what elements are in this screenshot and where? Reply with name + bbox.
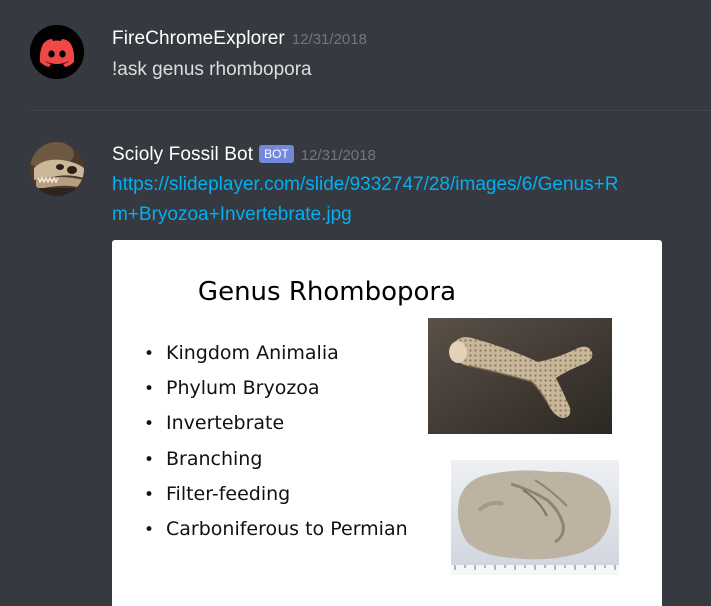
message-text: !ask genus rhombopora [112, 59, 312, 80]
message-divider [30, 110, 711, 111]
slide-bullet: • Invertebrate [144, 412, 285, 435]
slide-title: Genus Rhombopora [197, 277, 457, 307]
slide-bullet: • Branching [144, 447, 263, 470]
slide-bullet: • Phylum Bryozoa [144, 377, 320, 400]
fossil-photo-slab [451, 460, 619, 575]
username[interactable]: Scioly Fossil Bot [112, 144, 253, 165]
message-header: Scioly Fossil Bot BOT 12/31/2018 [112, 144, 376, 166]
discord-logo-icon [30, 25, 84, 79]
fossil-photo-branch [428, 318, 612, 434]
trex-skull-icon [30, 142, 84, 196]
chat-messages: FireChromeExplorer 12/31/2018 !ask genus … [0, 0, 711, 606]
timestamp: 12/31/2018 [291, 31, 367, 48]
slide-bullet: • Filter-feeding [144, 482, 291, 505]
bot-avatar[interactable] [30, 142, 84, 196]
slide-bullet: • Carboniferous to Permian [144, 517, 408, 540]
message-link-line-2[interactable]: m+Bryozoa+Invertebrate.jpg [112, 200, 352, 230]
timestamp: 12/31/2018 [300, 147, 376, 164]
message-link-line-1[interactable]: https://slideplayer.com/slide/9332747/28… [112, 170, 618, 200]
message-header: FireChromeExplorer 12/31/2018 [112, 28, 367, 50]
embedded-slide-image[interactable]: Genus Rhombopora • Kingdom Animalia • Phyl… [112, 240, 662, 606]
bot-badge: BOT [259, 145, 294, 163]
slide-bullet: • Kingdom Animalia [144, 342, 339, 364]
slide-bullet-list: • Kingdom Animalia • Phylum Bryozoa • Inver… [144, 340, 408, 551]
user-avatar[interactable] [30, 25, 84, 79]
username[interactable]: FireChromeExplorer [112, 28, 285, 49]
